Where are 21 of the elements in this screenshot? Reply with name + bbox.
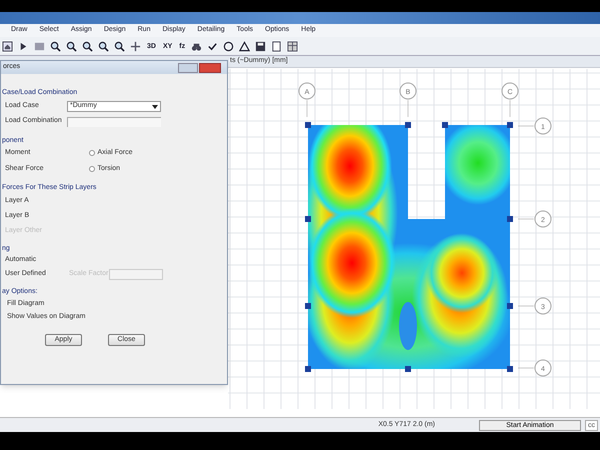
save-icon[interactable] [255,40,266,52]
circle-icon[interactable] [223,40,234,52]
zoom-icon[interactable] [98,40,109,52]
pan-icon[interactable] [130,40,141,52]
table-icon[interactable] [287,40,298,52]
scale-factor-field[interactable] [109,269,163,280]
check-icon[interactable] [207,40,218,52]
document-icon[interactable] [271,40,282,52]
zoom-icon[interactable] [82,40,93,52]
caret-icon [152,104,158,108]
play-icon[interactable] [18,40,29,52]
triangle-icon[interactable] [239,40,250,52]
help-button[interactable] [178,62,198,72]
zoom-icon[interactable] [66,40,77,52]
close-button[interactable] [199,62,221,72]
radio-button[interactable] [88,150,94,156]
radio-button[interactable] [88,166,94,172]
load-combination-field[interactable] [67,116,161,126]
zoom-icon[interactable] [114,40,125,52]
zoom-icon[interactable] [50,40,61,52]
home-icon[interactable] [2,40,13,52]
